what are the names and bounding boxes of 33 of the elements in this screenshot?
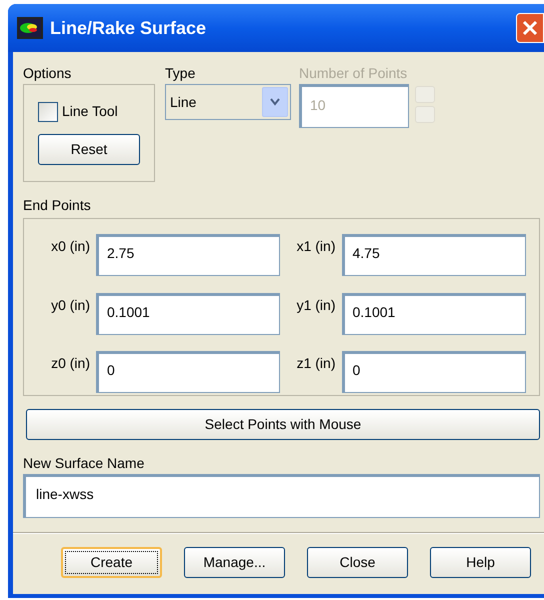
- group-label: End Points: [23, 196, 92, 214]
- surface-name-field[interactable]: line-xwss: [23, 474, 540, 518]
- coordinate-field[interactable]: 0: [96, 351, 280, 394]
- coordinate-field[interactable]: 0.1001: [96, 292, 280, 335]
- field-label: Type: [165, 64, 196, 82]
- field-label: x1 (in): [296, 237, 336, 256]
- field-label: y0 (in): [50, 296, 91, 315]
- field-label: New Surface Name: [23, 454, 146, 472]
- type-dropdown[interactable]: Line: [165, 84, 291, 120]
- checkbox[interactable]: [38, 102, 58, 122]
- select-points-button[interactable]: Select Points with Mouse: [26, 409, 540, 440]
- coordinate-field[interactable]: 0: [342, 351, 526, 394]
- dialog-button[interactable]: Create: [61, 547, 162, 578]
- field-label: Number of Points: [299, 64, 408, 82]
- coordinate-field[interactable]: 4.75: [342, 234, 526, 276]
- dialog-button[interactable]: Manage...: [184, 547, 285, 578]
- field-label: x0 (in): [50, 237, 91, 256]
- field-label: y1 (in): [296, 296, 336, 315]
- app-icon: [17, 17, 43, 39]
- close-button[interactable]: [516, 13, 544, 43]
- coordinate-field[interactable]: 2.75: [96, 234, 280, 276]
- dropdown-value: Line: [170, 92, 198, 112]
- group-label: Options: [23, 64, 72, 82]
- field-label: z1 (in): [296, 354, 336, 374]
- checkbox-label: Line Tool: [62, 102, 118, 121]
- field-label: z0 (in): [50, 354, 91, 374]
- reset-button[interactable]: Reset: [38, 134, 140, 165]
- chevron-icon: [270, 98, 280, 106]
- dialog-button[interactable]: Help: [430, 547, 531, 578]
- dialog-button[interactable]: Close: [307, 547, 408, 578]
- close-icon: [522, 20, 538, 36]
- coordinate-field[interactable]: 0.1001: [342, 292, 526, 335]
- window-title: Line/Rake Surface: [50, 16, 206, 40]
